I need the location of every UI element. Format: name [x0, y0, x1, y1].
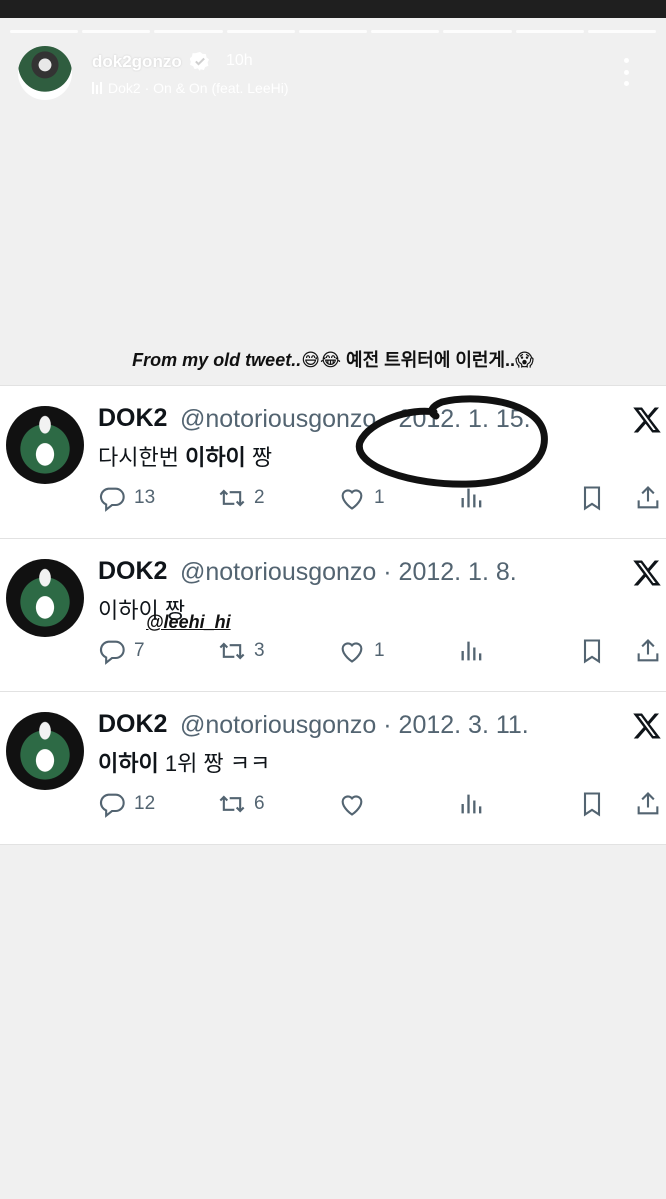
tweet-author-name: DOK2: [98, 557, 168, 585]
story-avatar[interactable]: [18, 46, 72, 100]
reply-count: 13: [134, 487, 156, 508]
verified-badge-icon: [190, 51, 209, 71]
heart-icon: [341, 795, 363, 816]
tweet-card[interactable]: DOK2 @notoriousgonzo · 2012. 3. 11. 이하이 …: [0, 691, 666, 845]
story-progress-bar: [10, 30, 656, 33]
like-button[interactable]: [338, 790, 374, 818]
tweet-avatar: [6, 406, 84, 484]
reply-button[interactable]: 12: [98, 790, 155, 818]
share-button[interactable]: [634, 637, 662, 665]
retweet-count: 6: [254, 793, 265, 814]
tweet-handle-date: @notoriousgonzo · 2012. 3. 11.: [180, 711, 529, 739]
share-button[interactable]: [634, 790, 662, 818]
tweet-text: 다시한번 이하이 짱: [98, 445, 273, 470]
tweet-handle-date: @notoriousgonzo · 2012. 1. 8.: [180, 558, 517, 586]
status-bar: [0, 0, 666, 18]
x-logo-icon: [633, 560, 661, 586]
reply-count: 7: [134, 640, 145, 661]
music-bars-icon: [92, 82, 102, 94]
story-username[interactable]: dok2gonzo: [92, 52, 182, 72]
story-header: dok2gonzo 10h Dok2 · On & On (feat. LeeH…: [18, 46, 648, 102]
tweet-author-name: DOK2: [98, 710, 168, 738]
reply-icon: [99, 487, 125, 512]
hand-drawn-circle: [355, 395, 548, 488]
bookmark-button[interactable]: [578, 790, 606, 818]
retweet-icon: [219, 489, 245, 507]
reply-button[interactable]: 13: [98, 484, 155, 512]
caption-emojis: 😅😂: [301, 350, 341, 370]
x-logo-icon: [633, 407, 661, 433]
caption-end-emoji: 😱: [515, 350, 534, 370]
share-icon: [637, 639, 659, 662]
like-button[interactable]: 1: [338, 637, 385, 665]
heart-icon: [341, 642, 363, 663]
tweet-text: 이하이 1위 짱 ㅋㅋ: [98, 751, 271, 776]
story-time-ago: 10h: [226, 52, 253, 69]
share-icon: [637, 486, 659, 509]
reply-button[interactable]: 7: [98, 637, 145, 665]
x-logo-icon: [633, 713, 661, 739]
views-icon: [461, 641, 482, 661]
retweet-count: 2: [254, 487, 265, 508]
more-options-icon[interactable]: [620, 58, 632, 86]
bookmark-button[interactable]: [578, 637, 606, 665]
retweet-button[interactable]: 6: [218, 790, 265, 818]
tweet-actions: 7 3 1: [98, 637, 666, 667]
tweet-card[interactable]: DOK2 @notoriousgonzo · 2012. 1. 15. 다시한번…: [0, 385, 666, 539]
reply-count: 12: [134, 793, 156, 814]
music-track-label: Dok2 · On & On (feat. LeeHi): [108, 80, 289, 96]
tweet-author-name: DOK2: [98, 404, 168, 432]
caption-english: From my old tweet..: [132, 350, 302, 370]
story-music[interactable]: Dok2 · On & On (feat. LeeHi): [92, 80, 289, 96]
bookmark-icon: [583, 792, 601, 817]
retweet-button[interactable]: 2: [218, 484, 265, 512]
share-icon: [637, 792, 659, 815]
tweet-actions: 12 6: [98, 790, 666, 820]
tweet-avatar: [6, 712, 84, 790]
retweet-button[interactable]: 3: [218, 637, 265, 665]
bookmark-icon: [583, 486, 601, 511]
views-button[interactable]: [458, 637, 486, 665]
story-caption: From my old tweet..😅😂 예전 트위터에 이런게..😱: [0, 346, 666, 372]
reply-icon: [99, 640, 125, 665]
views-button[interactable]: [458, 790, 486, 818]
reply-icon: [99, 793, 125, 818]
views-icon: [461, 794, 482, 814]
bookmark-button[interactable]: [578, 484, 606, 512]
share-button[interactable]: [634, 484, 662, 512]
tweet-card[interactable]: DOK2 @notoriousgonzo · 2012. 1. 8. 이하이 짱…: [0, 538, 666, 692]
tweet-avatar: [6, 559, 84, 637]
bookmark-icon: [583, 639, 601, 664]
mention-sticker[interactable]: @leehi_hi: [146, 612, 231, 633]
retweet-count: 3: [254, 640, 265, 661]
like-count: 1: [374, 640, 385, 661]
caption-korean: 예전 트위터에 이런게..: [346, 350, 516, 370]
retweet-icon: [219, 795, 245, 813]
retweet-icon: [219, 642, 245, 660]
